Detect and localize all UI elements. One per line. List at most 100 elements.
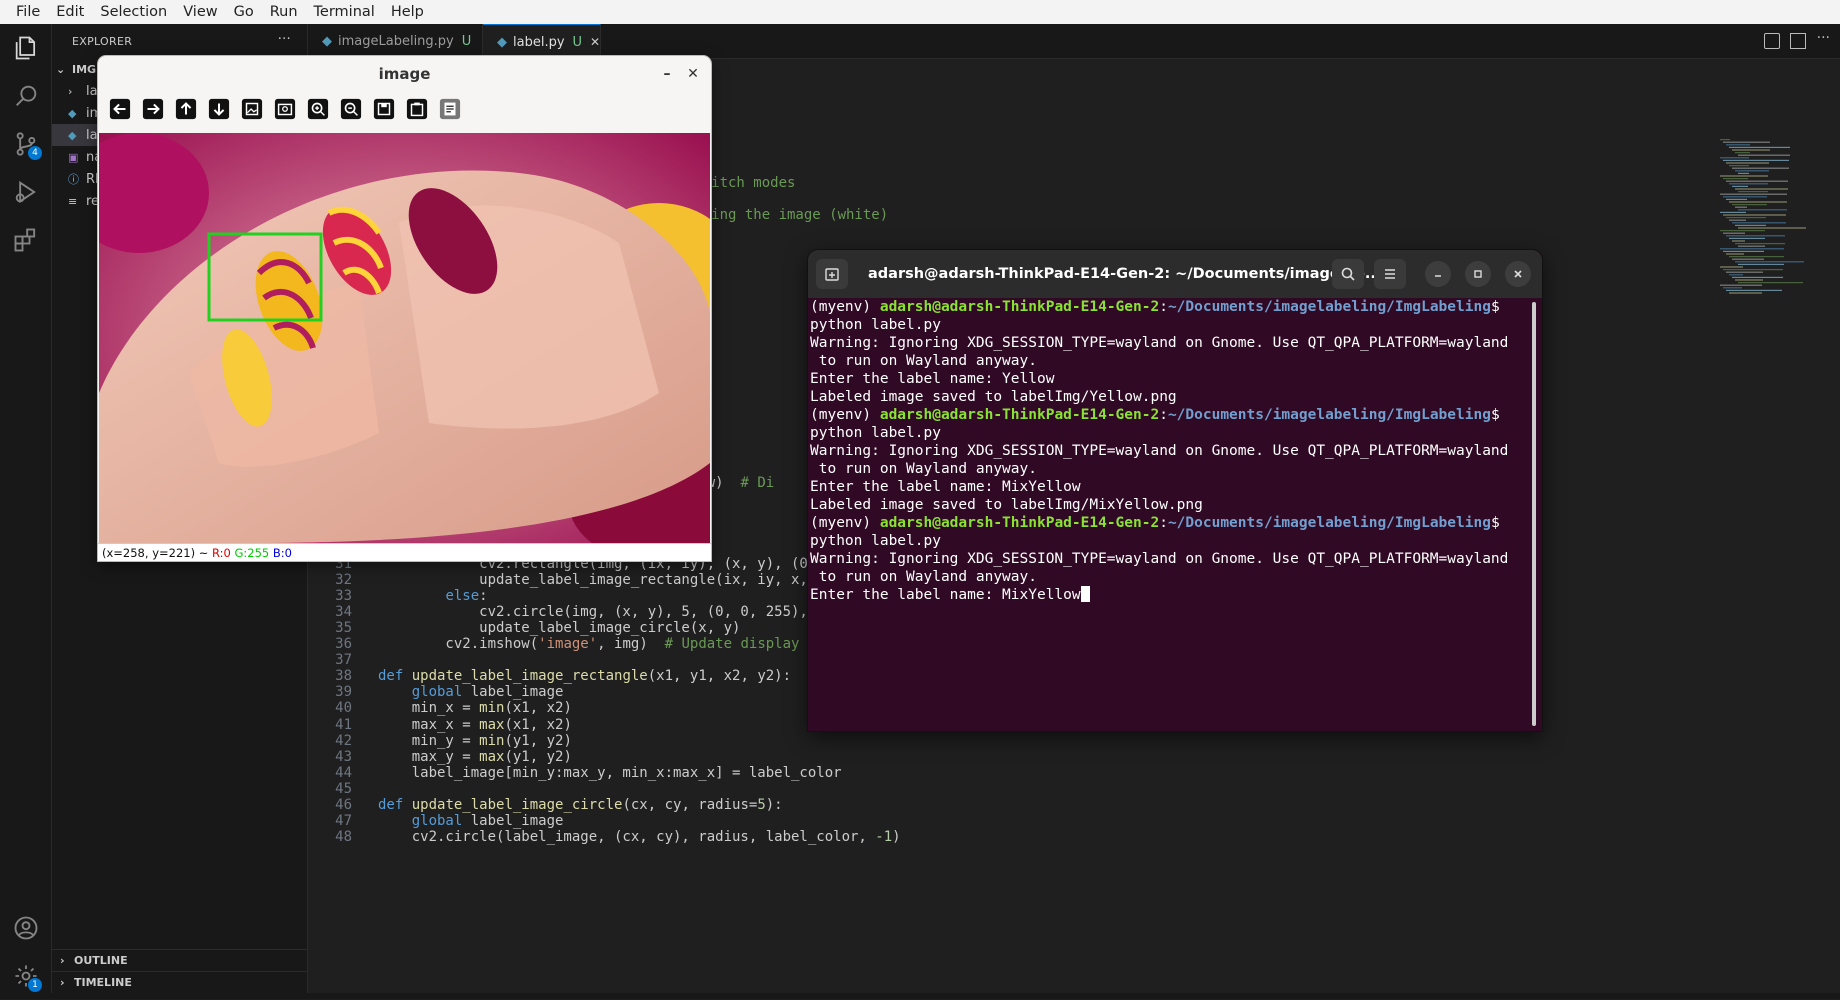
prompt-symbol: $	[1490, 515, 1500, 531]
tab-imagelabeling[interactable]: ◆ imageLabeling.py U	[308, 24, 483, 59]
terminal-line: Labeled image saved to labelImg/MixYello…	[810, 496, 1520, 514]
menu-file[interactable]: File	[8, 0, 48, 24]
image-window[interactable]: image – ✕ (x=258, y=221) ~ R:0 G:255 B:0	[98, 56, 711, 561]
toolbar-zoom-in-button[interactable]	[304, 95, 332, 123]
compare-icon[interactable]	[1764, 33, 1780, 49]
minimap-line	[1735, 170, 1769, 172]
terminal-line: Warning: Ignoring XDG_SESSION_TYPE=wayla…	[810, 550, 1520, 568]
outline-section[interactable]: › OUTLINE	[52, 949, 308, 971]
terminal-line: (myenv) adarsh@adarsh-ThinkPad-E14-Gen-2…	[810, 514, 1520, 532]
toolbar-arrow-left-button[interactable]	[106, 95, 134, 123]
code-text: cv2.circle(label_image, (cx, cy), radius…	[378, 829, 901, 846]
menu-run[interactable]: Run	[262, 0, 306, 24]
prompt-env: (myenv)	[810, 299, 880, 315]
minimap-line	[1720, 139, 1730, 141]
toolbar-zoom-out-button[interactable]	[337, 95, 365, 123]
terminal-text: Enter the label name: MixYellow	[810, 587, 1081, 603]
minimap-line	[1729, 256, 1784, 258]
menu-selection[interactable]: Selection	[92, 0, 175, 24]
tab-label: imageLabeling.py	[338, 34, 454, 49]
toolbar-clipboard-button[interactable]	[403, 95, 431, 123]
terminal-line: python label.py	[810, 532, 1520, 550]
git-status: U	[572, 34, 583, 50]
minimap-line	[1720, 175, 1768, 177]
tab-label-py[interactable]: ◆ label.py U ✕	[483, 24, 601, 59]
menu-edit[interactable]: Edit	[48, 0, 92, 24]
close-icon[interactable]: ✕	[683, 64, 703, 84]
toolbar-properties-button[interactable]	[436, 95, 464, 123]
extensions-icon[interactable]	[0, 216, 52, 264]
menu-help[interactable]: Help	[383, 0, 432, 24]
account-icon[interactable]	[0, 904, 52, 952]
minimap-line	[1732, 258, 1764, 260]
more-actions-icon[interactable]: ···	[278, 32, 291, 47]
search-icon[interactable]	[0, 72, 52, 120]
terminal-title: adarsh@adarsh-ThinkPad-E14-Gen-2: ~/Docu…	[868, 266, 1382, 282]
minimap-line	[1732, 149, 1770, 151]
terminal-text: python label.py	[810, 533, 941, 549]
close-icon[interactable]: ✕	[590, 35, 600, 49]
minimap-line	[1738, 227, 1806, 229]
minimap-line	[1723, 232, 1745, 234]
minimap-line	[1729, 183, 1768, 185]
chevron-right-icon: ›	[60, 976, 65, 989]
toolbar-arrow-down-button[interactable]	[205, 95, 233, 123]
prompt-path: ~/Documents/imagelabeling/ImgLabeling	[1167, 299, 1491, 315]
close-icon[interactable]	[1505, 261, 1531, 287]
terminal-titlebar[interactable]: adarsh@adarsh-ThinkPad-E14-Gen-2: ~/Docu…	[808, 250, 1542, 298]
nail-photo[interactable]	[99, 133, 710, 543]
terminal-text: to run on Wayland anyway.	[810, 461, 1037, 477]
terminal-window[interactable]: adarsh@adarsh-ThinkPad-E14-Gen-2: ~/Docu…	[808, 250, 1542, 731]
minimize-icon[interactable]	[1425, 261, 1451, 287]
arrow-right-icon	[142, 98, 164, 120]
terminal-output[interactable]: (myenv) adarsh@adarsh-ThinkPad-E14-Gen-2…	[810, 298, 1520, 731]
image-window-titlebar[interactable]: image – ✕	[98, 56, 711, 92]
explorer-icon[interactable]	[0, 24, 52, 72]
source-control-icon[interactable]: 4	[0, 120, 52, 168]
line-number: 48	[335, 829, 352, 846]
terminal-text: Warning: Ignoring XDG_SESSION_TYPE=wayla…	[810, 551, 1509, 567]
hamburger-menu-icon[interactable]	[1374, 259, 1406, 289]
toolbar-image-save-button[interactable]	[271, 95, 299, 123]
terminal-line: to run on Wayland anyway.	[810, 352, 1520, 370]
maximize-icon[interactable]	[1465, 261, 1491, 287]
terminal-line: Enter the label name: Yellow	[810, 370, 1520, 388]
terminal-text: Enter the label name: Yellow	[810, 371, 1055, 387]
info-icon: ⓘ	[68, 173, 79, 186]
minimap-line	[1723, 214, 1786, 216]
terminal-line: to run on Wayland anyway.	[810, 568, 1520, 586]
minimap-line	[1726, 198, 1747, 200]
toolbar-arrow-up-button[interactable]	[172, 95, 200, 123]
prompt-user: adarsh@adarsh-ThinkPad-E14-Gen-2	[879, 407, 1160, 423]
menu-terminal[interactable]: Terminal	[306, 0, 383, 24]
more-icon[interactable]: ···	[1817, 30, 1830, 46]
minimap-line	[1726, 144, 1750, 146]
new-tab-icon[interactable]	[816, 259, 848, 289]
terminal-line: Warning: Ignoring XDG_SESSION_TYPE=wayla…	[810, 442, 1520, 460]
minimap-line	[1726, 180, 1788, 182]
minimap-line	[1738, 245, 1765, 247]
minimap-line	[1732, 276, 1783, 278]
prompt-symbol: $	[1490, 299, 1500, 315]
minimap-line	[1735, 152, 1750, 154]
split-editor-icon[interactable]	[1790, 33, 1806, 49]
toolbar-save-button[interactable]	[370, 95, 398, 123]
minimap-line	[1720, 193, 1787, 195]
run-debug-icon[interactable]	[0, 168, 52, 216]
menu-view[interactable]: View	[175, 0, 225, 24]
toolbar-arrow-right-button[interactable]	[139, 95, 167, 123]
minimap-line	[1738, 191, 1768, 193]
status-bar	[0, 993, 1840, 999]
text-cursor	[1080, 586, 1090, 602]
timeline-section[interactable]: › TIMELINE	[52, 971, 308, 993]
minimap-line	[1720, 230, 1765, 232]
terminal-scrollbar[interactable]	[1532, 302, 1536, 726]
python-file-icon: ◆	[497, 34, 507, 50]
minimize-icon[interactable]: –	[657, 64, 677, 84]
toolbar-image-button[interactable]	[238, 95, 266, 123]
minimap[interactable]	[1720, 139, 1820, 319]
menu-go[interactable]: Go	[226, 0, 262, 24]
minimap-line	[1723, 159, 1789, 161]
minimap-line	[1723, 141, 1770, 143]
terminal-search-icon[interactable]	[1332, 259, 1364, 289]
